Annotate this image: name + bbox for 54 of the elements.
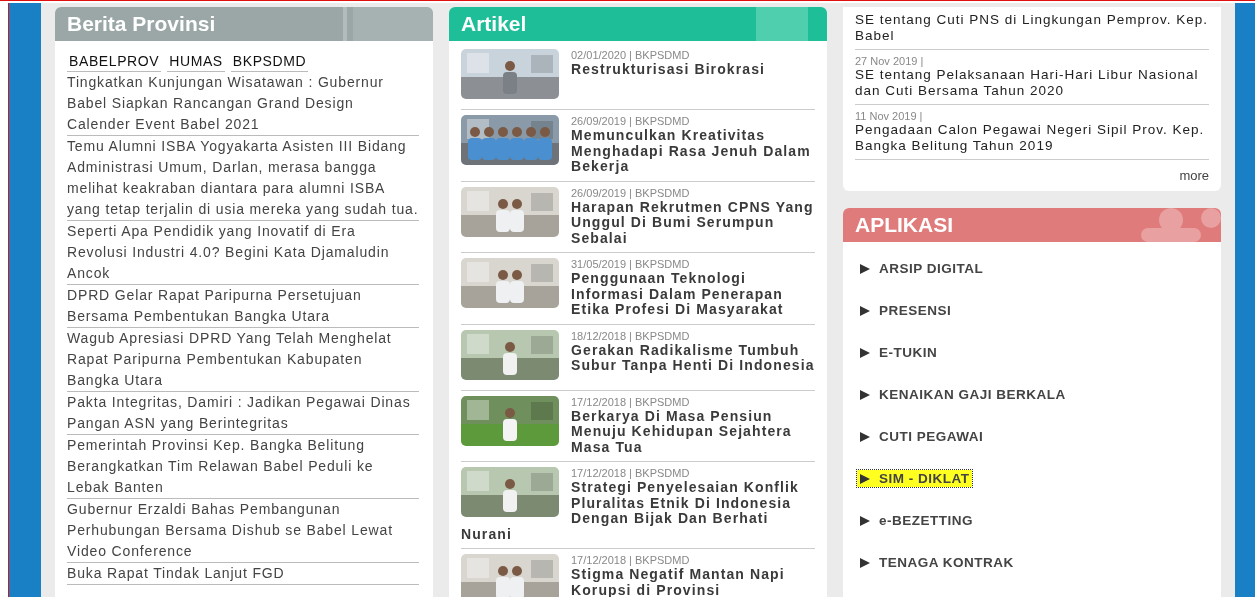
article-date: 26/09/2019 | BKPSDMD — [570, 186, 691, 200]
play-icon — [859, 304, 871, 317]
play-icon — [859, 430, 871, 443]
news-link[interactable]: DPRD Gelar Rapat Paripurna Persetujuan Bersama Pembentukan Bangka Utara — [67, 285, 419, 328]
article-date: 17/12/2018 | BKPSDMD — [570, 554, 691, 567]
panel-title: Artikel — [460, 12, 527, 36]
article-link[interactable]: Penggunaan Teknologi Informasi Dalam Penerapan Etika Profesi Di Masyarakat — [461, 271, 815, 318]
app-link[interactable]: TENAGA KONTRAK — [857, 554, 1016, 571]
play-icon — [859, 556, 871, 569]
news-link[interactable]: Pakta Integritas, Damiri : Jadikan Pegawai Dinas Pangan ASN yang Berintegritas — [67, 392, 419, 435]
news-link[interactable]: Wagub Apresiasi DPRD Yang Telah Menghelat Rapat Paripurna Pembentukan Kabupaten Bangka Utara — [67, 328, 419, 392]
article-date: 17/12/2018 | BKPSDMD — [570, 467, 691, 480]
app-link[interactable]: SIM - DIKLAT — [857, 470, 972, 487]
article-date: 02/01/2020 | BKPSDMD — [570, 49, 691, 62]
article-link[interactable]: Stigma Negatif Mantan Napi Korupsi di Provinsi — [461, 567, 815, 597]
app-link[interactable]: KENAIKAN GAJI BERKALA — [857, 386, 1068, 403]
announcement-link[interactable]: Pengadaan Calon Pegawai Negeri Sipil Prov. Kep. Bangka Belitung Tahun 2019 — [855, 122, 1209, 154]
announcement-date: 27 Nov 2019 | — [855, 55, 925, 67]
play-icon — [859, 472, 871, 485]
app-link[interactable]: E-TUKIN — [857, 344, 940, 361]
article-date: 26/09/2019 | BKPSDMD — [570, 115, 691, 128]
article-link[interactable]: Strategi Penyelesaian Konflik Pluralitas Etnik Di Indonesia Dengan Bijak Dan Berhati Nurani — [461, 480, 815, 542]
play-icon — [859, 262, 871, 275]
app-link[interactable]: ARSIP DIGITAL — [857, 260, 986, 277]
play-icon — [859, 514, 871, 527]
source-tab[interactable]: HUMAS — [167, 51, 225, 72]
article-date: 17/12/2018 | BKPSDMD — [570, 395, 691, 409]
app-link[interactable]: e-BEZETTING — [857, 512, 975, 529]
article-link[interactable]: Memunculkan Kreativitas Menghadapi Rasa Jenuh Dalam Bekerja — [461, 128, 815, 175]
article-date: 18/12/2018 | BKPSDMD — [570, 329, 691, 343]
news-link[interactable]: Pemerintah Provinsi Kep. Bangka Belitung Berangkatkan Tim Relawan Babel Peduli ke Lebak Banten — [67, 435, 419, 499]
people-icon — [1141, 208, 1221, 242]
announcement-link[interactable]: SE tentang Cuti PNS di Lingkungan Pemprov. Kep. Babel — [855, 12, 1209, 44]
article-link[interactable]: Berkarya Di Masa Pensiun Menuju Kehidupan Sejahtera Masa Tua — [461, 408, 815, 455]
news-link[interactable]: Tingkatkan Kunjungan Wisatawan : Gubernur Babel Siapkan Rancangan Grand Design Calender Event Babel 2021 — [67, 72, 419, 136]
announcement-link[interactable]: SE tentang Pelaksanaan Hari-Hari Libur Nasional dan Cuti Bersama Tahun 2020 — [855, 67, 1209, 99]
news-link[interactable]: Temu Alumni ISBA Yogyakarta Asisten III Bidang Administrasi Umum, Darlan, merasa bangga melihat keakraban diantara para alumni ISBA yang tetap terjalin di usia mereka yang sudah tua. — [67, 136, 419, 221]
article-date: 31/05/2019 | BKPSDMD — [570, 258, 691, 271]
more-link[interactable]: more — [855, 160, 1209, 183]
announcement-date: 11 Nov 2019 | — [855, 110, 924, 122]
source-tab[interactable]: BABELPROV — [67, 51, 162, 72]
news-link[interactable]: Seperti Apa Pendidik yang Inovatif di Era Revolusi Industri 4.0? Begini Kata Djamaludin Ancok — [67, 221, 419, 285]
source-tab[interactable]: BKPSDMD — [230, 51, 309, 72]
article-link[interactable]: Harapan Rekrutmen CPNS Yang Unggul Di Bumi Serumpun Sebalai — [461, 199, 815, 246]
panel-title: Berita Provinsi — [66, 12, 216, 36]
play-icon — [859, 388, 871, 401]
news-link[interactable]: Buka Rapat Tindak Lanjut FGD — [67, 563, 419, 585]
article-link[interactable]: Restrukturisasi Birokrasi — [461, 62, 815, 78]
play-icon — [859, 346, 871, 359]
news-link[interactable]: Gubernur Erzaldi Bahas Pembangunan Perhubungan Bersama Dishub se Babel Lewat Video Conference — [67, 499, 419, 563]
article-link[interactable]: Gerakan Radikalisme Tumbuh Subur Tanpa Henti Di Indonesia — [461, 342, 815, 374]
panel-title: APLIKASI — [854, 213, 953, 237]
app-link[interactable]: CUTI PEGAWAI — [857, 428, 986, 445]
app-link[interactable]: PRESENSI — [857, 302, 954, 319]
